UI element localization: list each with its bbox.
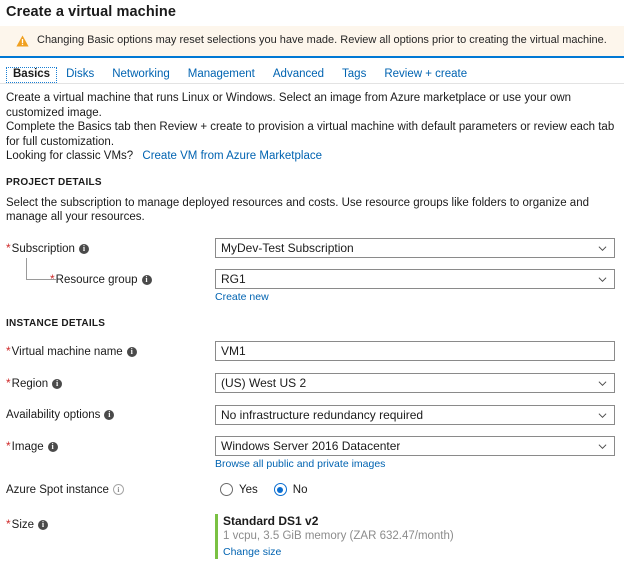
size-field: Standard DS1 v2 1 vcpu, 3.5 GiB memory (… <box>215 513 624 559</box>
size-label: Size <box>11 518 35 531</box>
region-label: Region <box>11 377 49 390</box>
tab-networking[interactable]: Networking <box>103 67 179 83</box>
browse-images-link[interactable]: Browse all public and private images <box>215 456 385 470</box>
tab-bar: Basics Disks Networking Management Advan… <box>0 58 624 84</box>
region-label-wrap: *Region i <box>6 373 215 394</box>
info-icon[interactable]: i <box>104 409 115 420</box>
create-new-resource-group-link[interactable]: Create new <box>215 289 269 303</box>
required-asterisk: * <box>6 438 11 453</box>
resource-group-field: RG1 Create new <box>215 268 624 303</box>
region-select[interactable]: (US) West US 2 <box>215 372 615 393</box>
region-row: *Region i (US) West US 2 <box>0 372 624 394</box>
image-select[interactable]: Windows Server 2016 Datacenter <box>215 435 615 456</box>
required-asterisk: * <box>6 343 11 358</box>
size-name: Standard DS1 v2 <box>223 513 319 528</box>
resource-group-value: RG1 <box>221 271 246 286</box>
subscription-select[interactable]: MyDev-Test Subscription <box>215 237 615 258</box>
create-vm-page: Create a virtual machine Changing Basic … <box>0 0 624 582</box>
spot-instance-field: Yes No <box>215 480 624 500</box>
availability-options-value: No infrastructure redundancy required <box>221 407 424 422</box>
page-title: Create a virtual machine <box>6 4 177 20</box>
vm-name-label: Virtual machine name <box>11 345 123 358</box>
size-specs: 1 vcpu, 3.5 GiB memory (ZAR 632.47/month… <box>223 529 454 542</box>
vm-name-value: VM1 <box>221 343 246 358</box>
image-value: Windows Server 2016 Datacenter <box>221 438 401 453</box>
create-vm-marketplace-link[interactable]: Create VM from Azure Marketplace <box>142 150 322 162</box>
size-label-wrap: *Size i <box>6 514 215 535</box>
spot-instance-label-wrap: Azure Spot instance i <box>6 480 215 500</box>
resource-group-select[interactable]: RG1 <box>215 268 615 289</box>
required-asterisk: * <box>6 375 11 390</box>
chevron-down-icon <box>598 276 607 282</box>
vm-name-row: *Virtual machine name i VM1 <box>0 340 624 362</box>
intro-line-1: Create a virtual machine that runs Linux… <box>6 92 572 119</box>
subscription-value: MyDev-Test Subscription <box>221 240 354 255</box>
tab-disks[interactable]: Disks <box>57 67 103 83</box>
spot-instance-row: Azure Spot instance i Yes No <box>0 480 624 500</box>
tab-basics[interactable]: Basics <box>6 67 58 83</box>
size-card: Standard DS1 v2 1 vcpu, 3.5 GiB memory (… <box>215 513 624 559</box>
instance-details-heading: INSTANCE DETAILS <box>6 317 106 329</box>
radio-unselected-icon[interactable] <box>220 483 233 496</box>
availability-options-field: No infrastructure redundancy required <box>215 404 624 425</box>
required-asterisk: * <box>6 240 11 255</box>
radio-selected-icon[interactable] <box>273 483 287 496</box>
spot-instance-label: Azure Spot instance <box>6 483 109 496</box>
intro-line-2: Complete the Basics tab then Review + cr… <box>6 121 615 148</box>
region-field: (US) West US 2 <box>215 372 624 393</box>
intro-line-3: Looking for classic VMs? Create VM from … <box>6 149 618 164</box>
classic-vm-question: Looking for classic VMs? <box>6 150 134 162</box>
subscription-field: MyDev-Test Subscription <box>215 237 624 258</box>
spot-instance-radio-group: Yes No <box>215 480 624 500</box>
project-details-description: Select the subscription to manage deploy… <box>6 196 589 224</box>
info-icon[interactable]: i <box>126 346 137 357</box>
image-label-wrap: *Image i <box>6 436 215 457</box>
availability-options-label: Availability options <box>6 408 101 421</box>
chevron-down-icon <box>598 380 607 386</box>
image-row: *Image i Windows Server 2016 Datacenter B… <box>0 435 624 470</box>
info-icon[interactable]: i <box>78 243 89 254</box>
spot-instance-option-no-label: No <box>292 483 308 496</box>
warning-banner-text: Changing Basic options may reset selecti… <box>37 34 607 47</box>
info-outline-icon[interactable]: i <box>112 483 124 495</box>
tab-advanced[interactable]: Advanced <box>264 67 333 83</box>
resource-group-label-wrap: *Resource group i <box>6 257 215 290</box>
info-icon[interactable]: i <box>38 519 49 530</box>
vm-name-field: VM1 <box>215 340 624 361</box>
vm-name-label-wrap: *Virtual machine name i <box>6 341 215 362</box>
vm-name-input[interactable]: VM1 <box>215 340 615 361</box>
availability-options-label-wrap: Availability options i <box>6 405 215 425</box>
subscription-label: Subscription <box>11 242 75 255</box>
project-details-heading: PROJECT DETAILS <box>6 176 102 188</box>
required-asterisk: * <box>6 516 11 531</box>
chevron-down-icon <box>598 412 607 418</box>
warning-triangle-icon <box>16 35 29 47</box>
image-field: Windows Server 2016 Datacenter Browse al… <box>215 435 624 470</box>
chevron-down-icon <box>598 245 607 251</box>
tab-tags[interactable]: Tags <box>333 67 375 83</box>
resource-group-label: Resource group <box>55 273 138 286</box>
size-row: *Size i Standard DS1 v2 1 vcpu, 3.5 GiB m… <box>0 513 624 559</box>
info-icon[interactable]: i <box>47 441 58 452</box>
info-icon[interactable]: i <box>141 274 152 285</box>
subscription-row: *Subscription i MyDev-Test Subscription <box>0 237 624 259</box>
change-size-link[interactable]: Change size <box>223 543 281 559</box>
intro-text: Create a virtual machine that runs Linux… <box>0 84 624 164</box>
warning-banner: Changing Basic options may reset selecti… <box>0 26 624 56</box>
image-label: Image <box>11 440 44 453</box>
spot-instance-option-yes-label: Yes <box>239 483 258 496</box>
availability-options-select[interactable]: No infrastructure redundancy required <box>215 404 615 425</box>
availability-options-row: Availability options i No infrastructure … <box>0 404 624 425</box>
chevron-down-icon <box>598 443 607 449</box>
region-value: (US) West US 2 <box>221 375 307 390</box>
spot-instance-option-no[interactable]: No <box>273 483 308 496</box>
required-asterisk: * <box>50 271 55 286</box>
tab-management[interactable]: Management <box>179 67 264 83</box>
resource-group-row: *Resource group i RG1 Create new <box>0 257 624 303</box>
tab-review-create[interactable]: Review + create <box>375 67 476 83</box>
info-icon[interactable]: i <box>52 378 63 389</box>
subscription-label-wrap: *Subscription i <box>6 238 215 259</box>
spot-instance-option-yes[interactable]: Yes <box>220 483 258 496</box>
